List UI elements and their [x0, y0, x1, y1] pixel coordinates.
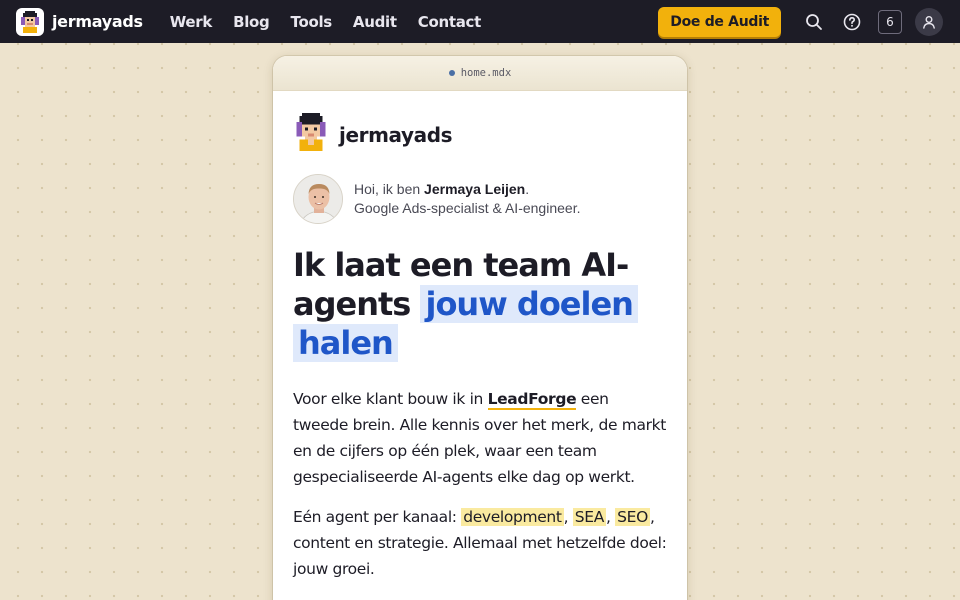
file-tab-bar: home.mdx [273, 56, 687, 91]
intro-role: Google Ads-specialist & AI-engineer. [354, 200, 581, 216]
file-name: home.mdx [460, 67, 512, 79]
search-icon[interactable] [802, 10, 826, 34]
nav-link-tools[interactable]: Tools [291, 13, 333, 31]
audit-cta-button[interactable]: Doe de Audit [658, 6, 781, 37]
intro: Hoi, ik ben Jermaya Leijen. Google Ads-s… [293, 174, 667, 224]
card-body: jermayads Hoi, ik ben Jermaya Leijen. Go… [273, 113, 687, 582]
para2-before: Eén agent per kanaal: [293, 508, 462, 526]
nav-link-werk[interactable]: Werk [170, 13, 213, 31]
main-nav: Werk Blog Tools Audit Contact [170, 13, 502, 31]
para1-before: Voor elke klant bouw ik in [293, 390, 488, 408]
intro-line-1: Hoi, ik ben Jermaya Leijen. [354, 180, 580, 199]
pixel-avatar-logo-icon [16, 7, 44, 36]
brand-name: jermayads [52, 12, 143, 31]
intro-period: . [525, 181, 530, 197]
logo-text: jermayads [339, 122, 453, 147]
channels-paragraph: Eén agent per kanaal: development, SEA, … [293, 504, 667, 582]
tag-seo: SEO [615, 508, 650, 526]
user-icon[interactable] [915, 7, 943, 36]
top-nav: jermayads Werk Blog Tools Audit Contact … [0, 0, 960, 43]
file-status-dot-icon [448, 70, 455, 76]
content-card: home.mdx jermayads Hoi, ik ben Jermaya L… [273, 56, 687, 600]
help-icon[interactable] [840, 10, 864, 34]
page-headline: Ik laat een team AI-agents jouw doelen h… [293, 246, 667, 363]
leadforge-link[interactable]: LeadForge [487, 390, 577, 410]
intro-greeting: Hoi, ik ben [354, 181, 425, 197]
intro-text: Hoi, ik ben Jermaya Leijen. Google Ads-s… [354, 180, 580, 218]
para2-sep1: , [563, 508, 573, 526]
intro-name: Jermaya Leijen [424, 181, 526, 197]
nav-tools: Doe de Audit 6 [658, 0, 943, 43]
pixel-avatar-icon [293, 113, 329, 156]
tag-sea: SEA [572, 508, 606, 526]
logo-row: jermayads [293, 113, 667, 156]
tag-development: development [461, 508, 564, 526]
nav-link-audit[interactable]: Audit [353, 13, 397, 31]
intro-paragraph: Voor elke klant bouw ik in LeadForge een… [293, 386, 667, 490]
count-badge[interactable]: 6 [878, 9, 902, 34]
nav-link-contact[interactable]: Contact [418, 13, 482, 31]
brand[interactable]: jermayads [16, 7, 143, 36]
nav-link-blog[interactable]: Blog [233, 13, 270, 31]
profile-photo [293, 174, 343, 224]
para2-sep2: , [605, 508, 616, 526]
